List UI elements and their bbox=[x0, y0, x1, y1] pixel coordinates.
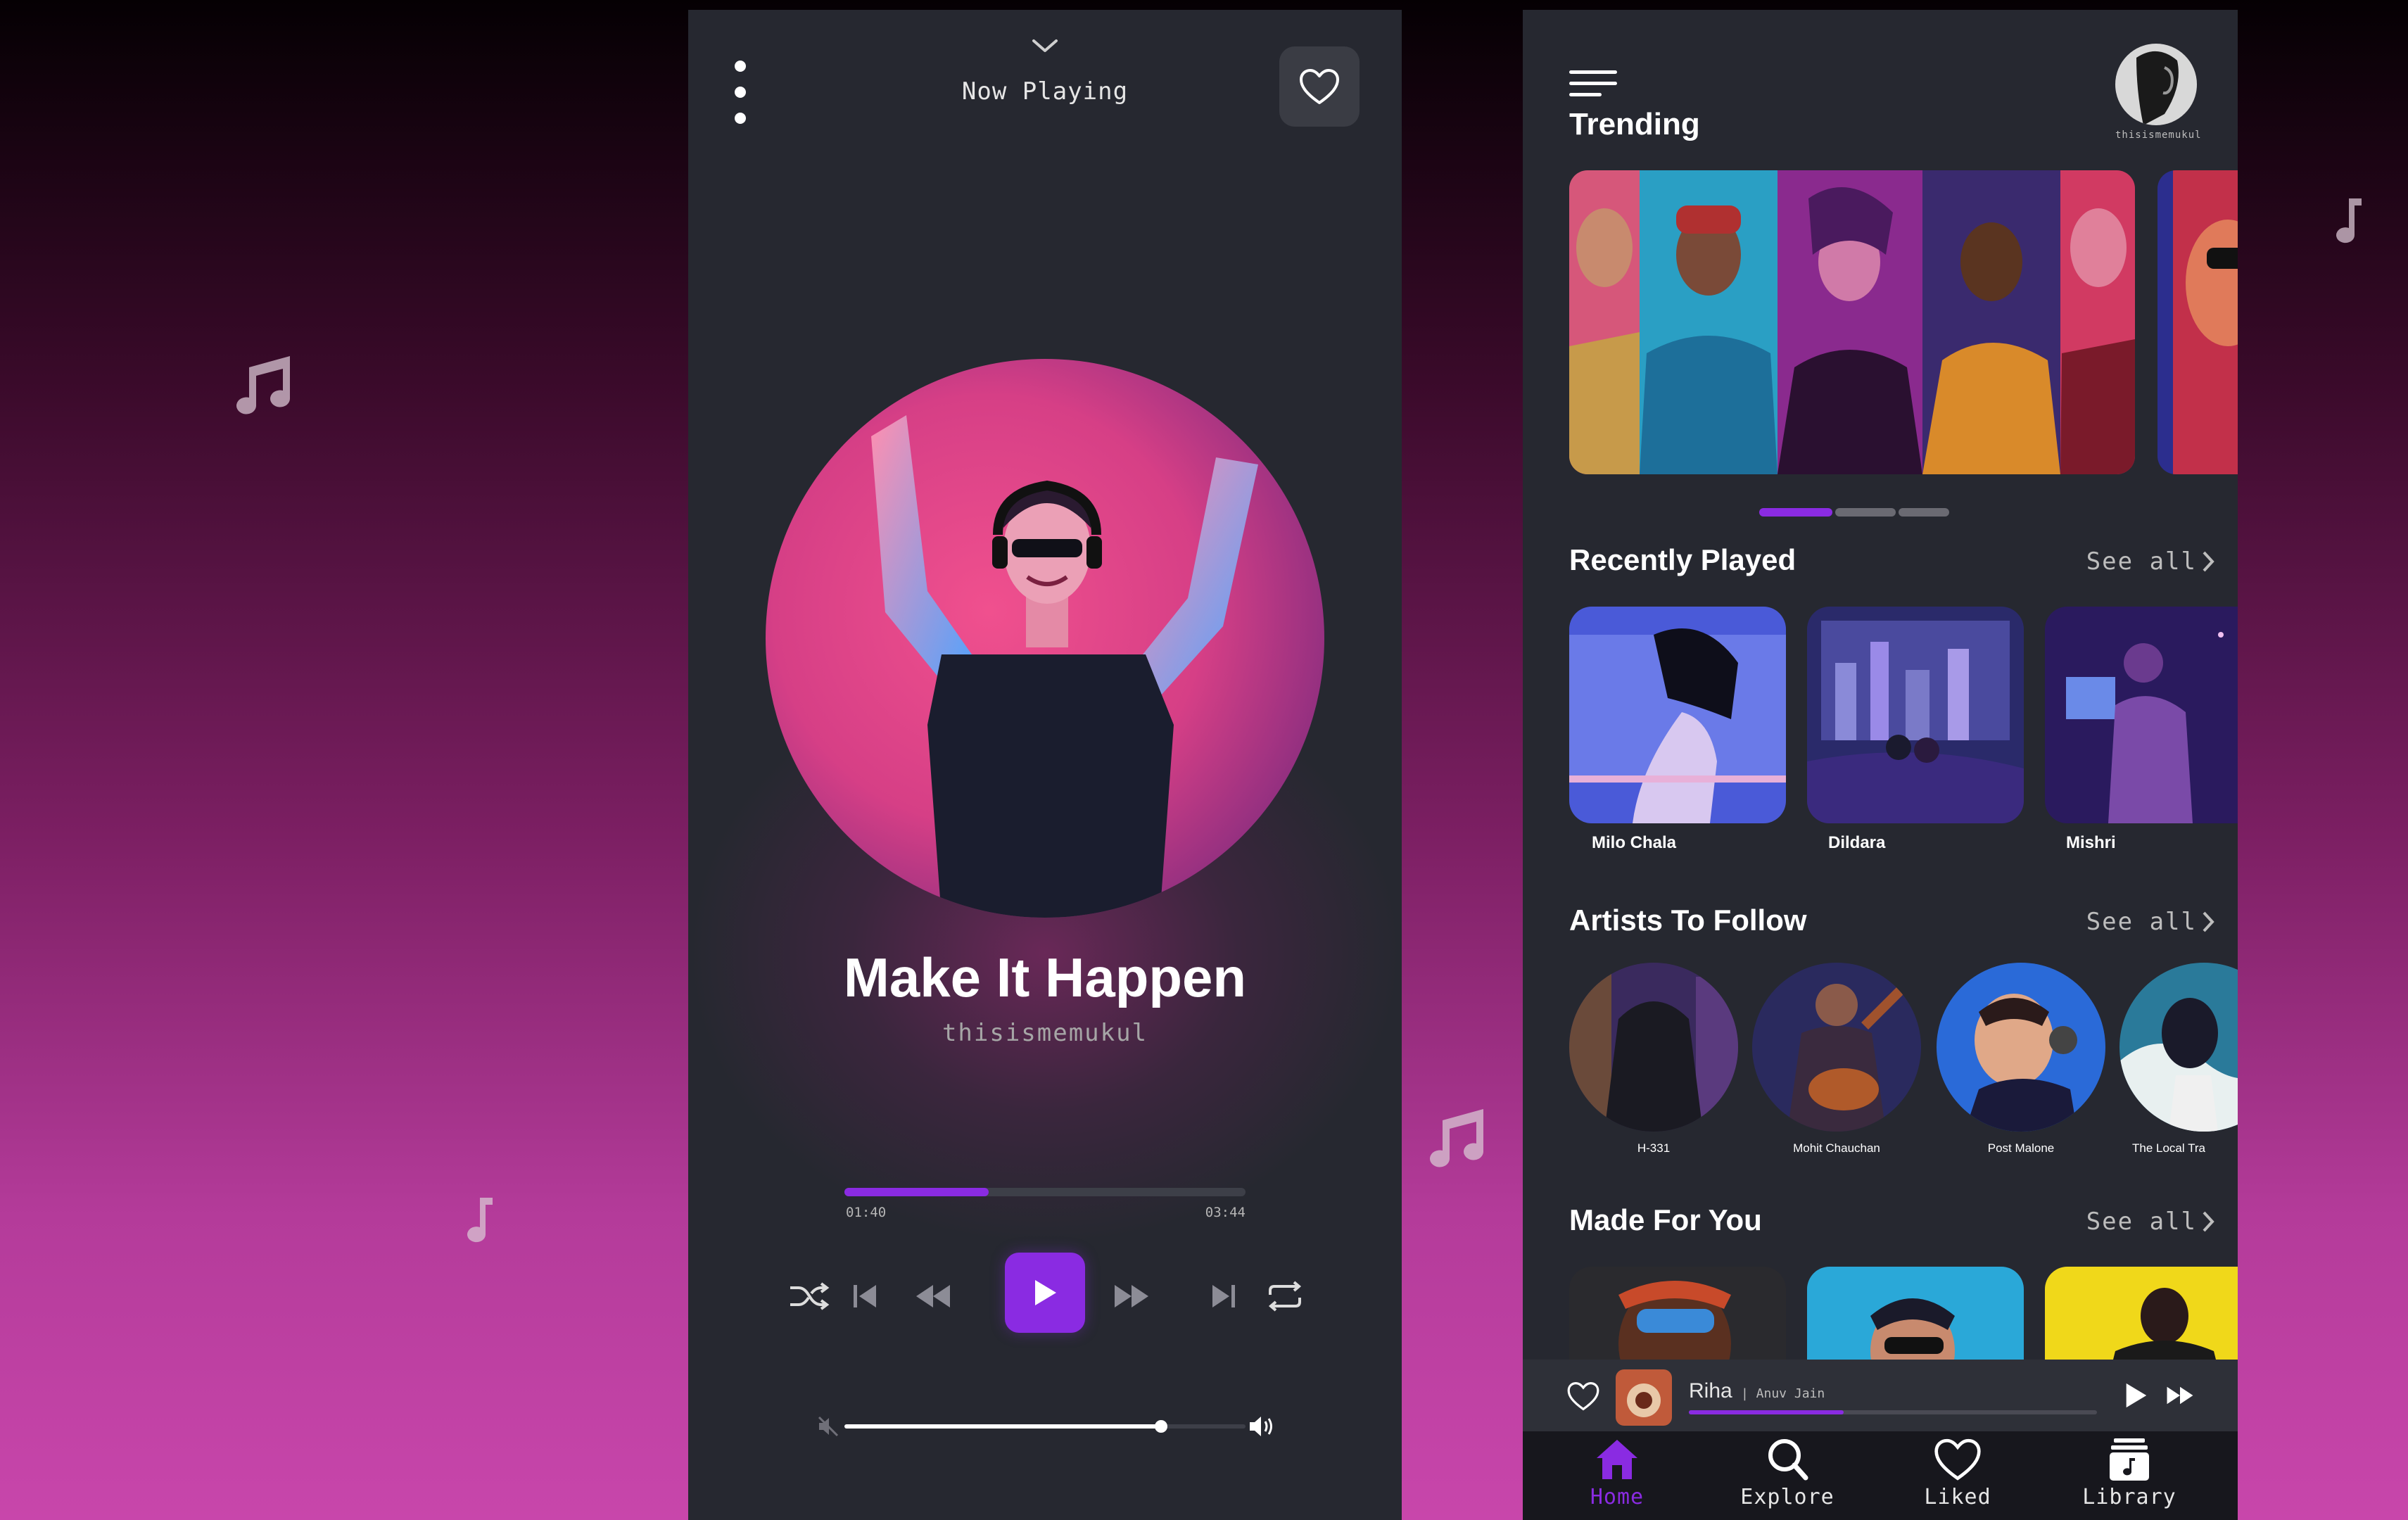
mini-player-title: Riha bbox=[1689, 1379, 1732, 1402]
home-screen: Trending thisismemukul Recently Played S… bbox=[1523, 10, 2238, 1520]
artist-post-malone[interactable] bbox=[1937, 963, 2105, 1132]
profile-username: thisismemukul bbox=[2115, 129, 2202, 141]
heart-outline-icon bbox=[1300, 69, 1339, 104]
album-art bbox=[766, 359, 1324, 918]
volume-fill bbox=[844, 1424, 1162, 1429]
artist-the-local-train[interactable] bbox=[2119, 963, 2238, 1132]
mini-player-progress[interactable] bbox=[1689, 1410, 2097, 1414]
song-artist: thisismemukul bbox=[942, 1019, 1148, 1047]
play-icon bbox=[1035, 1280, 1056, 1305]
recent-card-milo-chala[interactable] bbox=[1569, 607, 1786, 823]
chevron-down-icon[interactable] bbox=[1031, 38, 1059, 55]
music-note-icon bbox=[467, 1198, 493, 1243]
carousel-dot-active[interactable] bbox=[1759, 508, 1832, 517]
shuffle-button[interactable] bbox=[787, 1253, 832, 1340]
nav-label: Explore bbox=[1740, 1485, 1834, 1509]
repeat-icon bbox=[1268, 1281, 1302, 1312]
artist-h-331[interactable] bbox=[1569, 963, 1738, 1132]
nav-label: Home bbox=[1590, 1485, 1645, 1509]
avatar[interactable] bbox=[2115, 44, 2197, 125]
recent-label: Mishri bbox=[2066, 833, 2116, 852]
play-icon[interactable] bbox=[2122, 1381, 2149, 1410]
recent-card-mishri[interactable] bbox=[2045, 607, 2238, 823]
recent-card-dildara[interactable] bbox=[1807, 607, 2024, 823]
trending-card[interactable] bbox=[1569, 170, 2135, 474]
chevron-right-icon bbox=[2203, 1211, 2214, 1232]
carousel-dot[interactable] bbox=[1835, 508, 1896, 517]
like-button[interactable] bbox=[1279, 46, 1360, 127]
artist-label: H-331 bbox=[1637, 1141, 1671, 1155]
carousel-indicator bbox=[1759, 508, 1949, 517]
artist-label: Mohit Chauchan bbox=[1793, 1141, 1880, 1155]
recent-label: Dildara bbox=[1828, 833, 1886, 852]
see-all-label: See all bbox=[2086, 1208, 2197, 1236]
skip-previous-icon bbox=[854, 1285, 876, 1307]
mini-progress-fill bbox=[1689, 1410, 1844, 1414]
volume-knob[interactable] bbox=[1155, 1420, 1168, 1433]
artist-label: The Local Tra bbox=[2132, 1141, 2205, 1155]
trending-title: Trending bbox=[1569, 107, 1700, 141]
artists-see-all[interactable]: See all bbox=[2086, 908, 2215, 936]
library-icon bbox=[2110, 1438, 2149, 1481]
bottom-navigation: Home Explore Liked Library bbox=[1523, 1431, 2238, 1520]
current-time: 01:40 bbox=[846, 1205, 887, 1220]
rewind-button[interactable] bbox=[912, 1253, 954, 1340]
search-icon bbox=[1768, 1439, 1808, 1481]
music-notes-icon bbox=[236, 356, 291, 414]
repeat-button[interactable] bbox=[1264, 1253, 1306, 1340]
progress-fill bbox=[844, 1188, 989, 1196]
skip-previous-button[interactable] bbox=[849, 1253, 881, 1340]
artists-title: Artists To Follow bbox=[1569, 904, 1807, 937]
fast-forward-icon[interactable] bbox=[2166, 1385, 2194, 1406]
recently-played-title: Recently Played bbox=[1569, 543, 1797, 576]
song-title: Make It Happen bbox=[843, 946, 1247, 1008]
heart-outline-icon[interactable] bbox=[1566, 1381, 1600, 1412]
mini-player[interactable]: Riha | Anuv Jain bbox=[1523, 1360, 2238, 1431]
volume-up-icon[interactable] bbox=[1248, 1414, 1276, 1438]
hamburger-menu-icon[interactable] bbox=[1569, 70, 1617, 99]
now-playing-screen: Now Playing Make It Happen thisismemukul… bbox=[688, 10, 1402, 1520]
recent-label: Milo Chala bbox=[1592, 833, 1677, 852]
mini-player-artwork bbox=[1616, 1369, 1672, 1426]
profile: thisismemukul bbox=[2115, 44, 2202, 141]
nav-home[interactable]: Home bbox=[1547, 1431, 1687, 1520]
recently-played-see-all[interactable]: See all bbox=[2086, 547, 2215, 576]
artist-mohit-chauchan[interactable] bbox=[1752, 963, 1921, 1132]
skip-next-button[interactable] bbox=[1208, 1253, 1240, 1340]
total-time: 03:44 bbox=[1205, 1205, 1246, 1220]
nav-liked[interactable]: Liked bbox=[1887, 1431, 2028, 1520]
home-icon bbox=[1597, 1440, 1637, 1479]
made-for-you-see-all[interactable]: See all bbox=[2086, 1208, 2215, 1236]
fast-forward-button[interactable] bbox=[1110, 1253, 1153, 1340]
shuffle-icon bbox=[790, 1282, 830, 1310]
volume-slider[interactable] bbox=[844, 1420, 1246, 1433]
music-note-icon bbox=[2336, 198, 2362, 243]
nav-explore[interactable]: Explore bbox=[1717, 1431, 1858, 1520]
nav-label: Library bbox=[2082, 1485, 2176, 1509]
mini-player-artist: | Anuv Jain bbox=[1741, 1386, 1825, 1401]
play-button[interactable] bbox=[1005, 1253, 1085, 1333]
heart-icon bbox=[1934, 1438, 1981, 1481]
volume-mute-icon[interactable] bbox=[818, 1416, 840, 1437]
artist-label: Post Malone bbox=[1987, 1141, 2055, 1155]
nav-label: Liked bbox=[1924, 1485, 1991, 1509]
made-for-you-title: Made For You bbox=[1569, 1203, 1762, 1236]
music-notes-icon bbox=[1430, 1109, 1484, 1167]
carousel-dot[interactable] bbox=[1899, 508, 1949, 517]
see-all-label: See all bbox=[2086, 908, 2197, 936]
chevron-right-icon bbox=[2203, 551, 2214, 572]
trending-card[interactable] bbox=[2157, 170, 2238, 474]
rewind-icon bbox=[916, 1285, 950, 1307]
skip-next-icon bbox=[1212, 1285, 1235, 1307]
chevron-right-icon bbox=[2203, 911, 2214, 932]
fast-forward-icon bbox=[1115, 1285, 1148, 1307]
nav-library[interactable]: Library bbox=[2059, 1431, 2200, 1520]
see-all-label: See all bbox=[2086, 547, 2197, 576]
progress-bar[interactable] bbox=[844, 1188, 1246, 1196]
